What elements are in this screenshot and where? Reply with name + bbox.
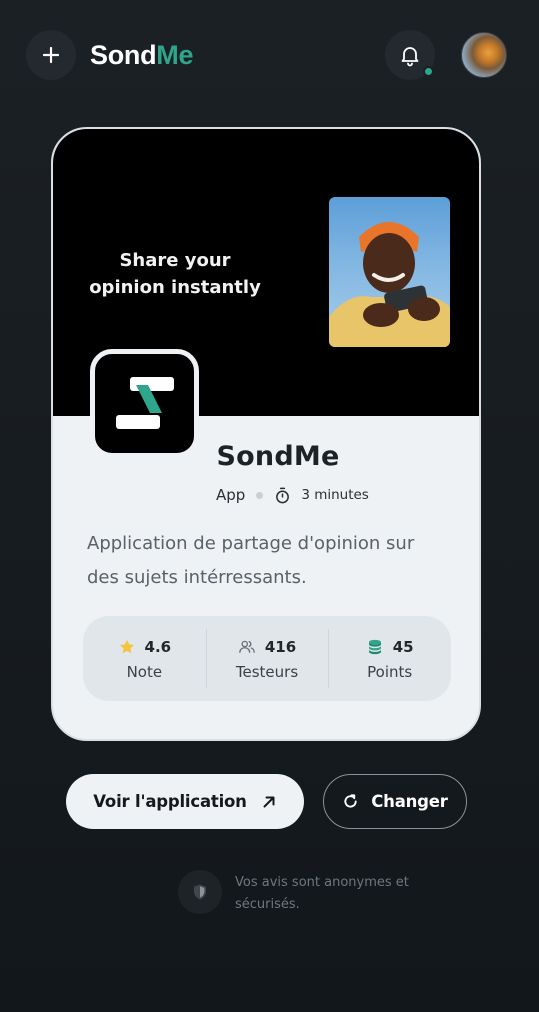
app-name: SondMe [216,441,340,472]
stat-points: 45 Points [328,616,451,701]
notification-dot [423,66,434,77]
refresh-icon [344,794,357,808]
logo-part-1: Sond [90,40,157,70]
view-app-label: Voir l'application [93,792,247,811]
sondme-logo-icon [115,376,174,429]
logo-part-2: Me [156,40,194,70]
stat-note: 4.6 Note [83,616,206,701]
stat-value: 4.6 [144,638,172,656]
change-app-button[interactable]: Changer [323,774,467,829]
stat-value: 45 [392,638,414,656]
plus-icon [42,46,60,64]
meta-separator [256,491,264,499]
app-stats: 4.6 Note 416 Testeurs 45 Points [83,616,451,701]
banner-photo [329,197,450,347]
app-header: SondMe [0,0,539,110]
stopwatch-icon [276,487,290,503]
user-avatar[interactable] [461,32,507,78]
star-icon [119,639,134,654]
stat-testers: 416 Testeurs [205,616,329,701]
security-notice: Vos avis sont anonymes et sécurisés. [178,870,410,916]
arrow-up-right-icon [263,796,275,807]
shield-badge [178,870,222,914]
app-type: App [216,486,246,504]
security-text: Vos avis sont anonymes et sécurisés. [235,875,409,912]
app-description: Application de partage d'opinion sur des… [87,533,415,588]
stat-value: 416 [264,638,297,656]
shield-icon [194,884,206,900]
view-app-button[interactable]: Voir l'application [66,774,304,829]
app-meta: App 3 minutes [216,484,369,506]
stat-label: Points [367,663,413,681]
bell-icon [401,47,419,67]
users-icon [239,640,255,653]
app-duration: 3 minutes [301,487,369,503]
banner-tagline: Share your opinion instantly [89,250,261,298]
app-logo: SondMe [90,38,194,72]
coins-icon [368,639,381,655]
change-label: Changer [371,792,448,811]
add-button[interactable] [26,30,76,80]
stat-label: Testeurs [235,663,299,681]
stat-label: Note [126,663,163,681]
app-card: Share your opinion instantly SondMe App [51,127,481,741]
